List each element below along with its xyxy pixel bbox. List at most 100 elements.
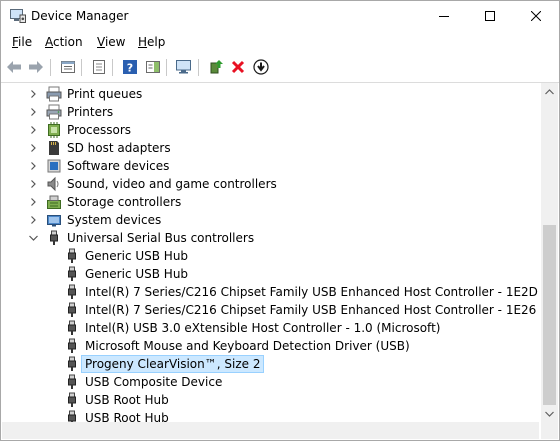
chevron-right-icon[interactable] — [27, 85, 39, 103]
tree-item-sd-host-adapters[interactable]: SD host adapters — [2, 139, 539, 157]
tree-label: Microsoft Mouse and Keyboard Detection D… — [85, 339, 410, 353]
tree-item-usb-device-selected[interactable]: Progeny ClearVision™, Size 2 — [2, 355, 539, 373]
tree-item-usb-device[interactable]: Intel(R) USB 3.0 eXtensible Host Control… — [2, 319, 539, 337]
usb-device-icon — [64, 320, 80, 336]
scrollbar-corner — [541, 422, 558, 439]
processor-icon — [46, 122, 62, 138]
close-button[interactable] — [513, 1, 559, 31]
usb-device-icon — [64, 266, 80, 282]
printer-icon — [46, 104, 62, 120]
svg-text:?: ? — [127, 62, 133, 75]
system-device-icon — [46, 212, 62, 228]
chevron-right-icon[interactable] — [27, 121, 39, 139]
window-title: Device Manager — [31, 9, 129, 23]
usb-device-icon — [64, 248, 80, 264]
chevron-down-icon[interactable] — [27, 229, 39, 247]
scrollbar-thumb[interactable] — [543, 225, 556, 405]
tree-item-usb-device[interactable]: USB Root Hub — [2, 391, 539, 409]
chevron-right-icon[interactable] — [27, 139, 39, 157]
usb-icon — [46, 230, 62, 246]
tree-label: Intel(R) 7 Series/C216 Chipset Family US… — [85, 303, 537, 317]
tree-label: Sound, video and game controllers — [67, 177, 277, 191]
tree-item-processors[interactable]: Processors — [2, 121, 539, 139]
tree-label: USB Root Hub — [85, 393, 169, 407]
tree-label: Printers — [67, 105, 114, 119]
software-device-icon — [46, 158, 62, 174]
tree-label: Print queues — [67, 87, 143, 101]
menu-file-rest: ile — [18, 35, 33, 49]
chevron-right-icon[interactable] — [27, 193, 39, 211]
menu-file[interactable]: File — [12, 35, 32, 49]
disable-icon[interactable] — [252, 58, 270, 76]
back-icon[interactable] — [5, 58, 23, 76]
minimize-button[interactable] — [421, 1, 467, 31]
tree-item-usb-device[interactable]: Microsoft Mouse and Keyboard Detection D… — [2, 337, 539, 355]
maximize-button[interactable] — [467, 1, 513, 31]
forward-icon[interactable] — [27, 58, 45, 76]
tree-label: Processors — [67, 123, 132, 137]
toolbar-separator — [166, 59, 167, 76]
chevron-right-icon[interactable] — [27, 211, 39, 229]
speaker-icon — [46, 176, 62, 192]
update-driver-icon[interactable] — [207, 58, 225, 76]
toolbar-separator — [81, 59, 82, 76]
tree-item-sound-video-game[interactable]: Sound, video and game controllers — [2, 175, 539, 193]
properties-icon[interactable] — [59, 58, 77, 76]
chevron-right-icon[interactable] — [27, 157, 39, 175]
scan-hardware-icon[interactable] — [175, 58, 193, 76]
toolbar: ? — [1, 53, 559, 83]
menu-help-rest: elp — [147, 35, 166, 49]
chevron-right-icon[interactable] — [27, 175, 39, 193]
help-icon[interactable]: ? — [121, 58, 139, 76]
menu-action-rest: ction — [53, 35, 83, 49]
console-tree-icon[interactable] — [90, 58, 108, 76]
menu-view[interactable]: View — [97, 35, 125, 49]
usb-device-icon — [64, 392, 80, 408]
usb-device-icon — [64, 338, 80, 354]
vertical-scrollbar[interactable] — [541, 83, 558, 422]
tree-item-system-devices[interactable]: System devices — [2, 211, 539, 229]
usb-device-icon — [64, 284, 80, 300]
tree-item-usb-device[interactable]: USB Composite Device — [2, 373, 539, 391]
toolbar-separator — [112, 59, 113, 76]
usb-device-icon — [64, 302, 80, 318]
tree-item-software-devices[interactable]: Software devices — [2, 157, 539, 175]
scroll-down-icon[interactable] — [541, 405, 558, 422]
tree-label: Universal Serial Bus controllers — [67, 231, 255, 245]
tree-item-usb-device[interactable]: Intel(R) 7 Series/C216 Chipset Family US… — [2, 283, 539, 301]
tree-item-storage-controllers[interactable]: Storage controllers — [2, 193, 539, 211]
scroll-up-icon[interactable] — [541, 83, 558, 100]
tree-label: Generic USB Hub — [85, 267, 189, 281]
title-bar[interactable]: Device Manager — [1, 1, 559, 32]
tree-label: Intel(R) 7 Series/C216 Chipset Family US… — [85, 285, 538, 299]
toolbar-separator — [198, 59, 199, 76]
storage-controller-icon — [46, 194, 62, 210]
sd-card-icon — [46, 140, 62, 156]
chevron-right-icon[interactable] — [27, 103, 39, 121]
menu-action[interactable]: Action — [45, 35, 83, 49]
usb-device-icon — [64, 356, 80, 372]
tree-item-usb-device[interactable]: Generic USB Hub — [2, 247, 539, 265]
tree-label: SD host adapters — [67, 141, 171, 155]
tree-label: USB Composite Device — [85, 375, 223, 389]
device-tree[interactable]: Print queues Printers Processors SD host… — [2, 83, 539, 439]
tree-label: Intel(R) USB 3.0 eXtensible Host Control… — [85, 321, 441, 335]
tree-label: Software devices — [67, 159, 170, 173]
tree-label: Storage controllers — [67, 195, 182, 209]
toolbar-separator — [50, 59, 51, 76]
tree-item-printers[interactable]: Printers — [2, 103, 539, 121]
uninstall-icon[interactable] — [229, 58, 247, 76]
action-pane-icon[interactable] — [144, 58, 162, 76]
tree-item-usb-device[interactable]: Intel(R) 7 Series/C216 Chipset Family US… — [2, 301, 539, 319]
tree-label: System devices — [67, 213, 162, 227]
menu-help[interactable]: Help — [138, 35, 165, 49]
menu-bar: File Action View Help — [1, 32, 559, 53]
horizontal-scrollbar[interactable] — [2, 422, 539, 439]
usb-device-icon — [64, 374, 80, 390]
tree-label: Generic USB Hub — [85, 249, 189, 263]
tree-item-usb-controllers[interactable]: Universal Serial Bus controllers — [2, 229, 539, 247]
menu-view-rest: iew — [104, 35, 126, 49]
print-queue-icon — [46, 86, 62, 102]
tree-item-usb-device[interactable]: Generic USB Hub — [2, 265, 539, 283]
tree-item-print-queues[interactable]: Print queues — [2, 85, 539, 103]
